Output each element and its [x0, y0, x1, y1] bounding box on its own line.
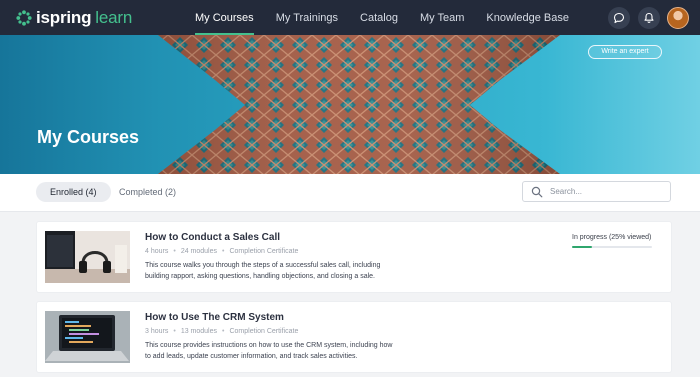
notifications-button[interactable]	[638, 7, 660, 29]
top-navigation-bar: ispring learn My Courses My Trainings Ca…	[0, 0, 700, 35]
write-an-expert-button[interactable]: Write an expert	[588, 45, 662, 59]
course-meta: 4 hours • 24 modules • Completion Certif…	[145, 248, 298, 255]
course-certificate: Completion Certificate	[229, 248, 299, 255]
progress-bar-fill	[572, 246, 592, 248]
tabs-bar: Enrolled (4) Completed (2) Search...	[0, 174, 700, 212]
meta-separator: •	[222, 248, 225, 255]
laptop-code-image	[45, 311, 130, 363]
tab-completed[interactable]: Completed (2)	[105, 182, 190, 202]
course-meta: 3 hours • 13 modules • Completion Certif…	[145, 328, 298, 335]
course-card[interactable]: How to Use The CRM System 3 hours • 13 m…	[37, 302, 671, 372]
nav-my-team[interactable]: My Team	[420, 0, 464, 35]
course-modules: 24 modules	[180, 248, 218, 255]
hero-banner: My Courses Write an expert	[0, 35, 700, 174]
course-modules: 13 modules	[180, 328, 218, 335]
progress-status: In progress (25% viewed)	[572, 234, 652, 241]
nav-knowledge-base[interactable]: Knowledge Base	[486, 0, 569, 35]
course-title[interactable]: How to Conduct a Sales Call	[145, 232, 280, 243]
meta-separator: •	[173, 328, 176, 335]
course-card[interactable]: How to Conduct a Sales Call 4 hours • 24…	[37, 222, 671, 292]
logo-text-learn: learn	[95, 8, 133, 27]
course-thumbnail[interactable]	[45, 311, 130, 363]
chat-button[interactable]	[608, 7, 630, 29]
course-certificate: Completion Certificate	[229, 328, 299, 335]
course-thumbnail[interactable]	[45, 231, 130, 283]
progress-bar	[572, 246, 652, 248]
logo-text-ispring: ispring	[36, 8, 92, 27]
chat-icon	[613, 12, 625, 24]
search-input[interactable]: Search...	[522, 181, 671, 202]
nav-my-trainings[interactable]: My Trainings	[276, 0, 338, 35]
bell-icon	[644, 12, 654, 23]
course-description: This course provides instructions on how…	[145, 342, 393, 360]
search-icon	[531, 186, 543, 198]
nav-my-courses[interactable]: My Courses	[195, 0, 254, 35]
nav-catalog[interactable]: Catalog	[360, 0, 398, 35]
logo-flower-icon	[16, 10, 32, 26]
course-description: This course walks you through the steps …	[145, 262, 381, 280]
course-title[interactable]: How to Use The CRM System	[145, 312, 284, 323]
search-placeholder: Search...	[550, 187, 583, 196]
page-title: My Courses	[37, 127, 140, 147]
course-duration: 3 hours	[145, 328, 169, 335]
headphones-laptop-image	[45, 231, 130, 283]
meta-separator: •	[173, 248, 176, 255]
meta-separator: •	[222, 328, 225, 335]
main-nav: My Courses My Trainings Catalog My Team …	[184, 0, 591, 35]
course-duration: 4 hours	[145, 248, 169, 255]
ispring-learn-logo[interactable]: ispring learn	[16, 8, 132, 28]
avatar[interactable]	[667, 7, 689, 29]
tab-enrolled[interactable]: Enrolled (4)	[36, 182, 111, 202]
